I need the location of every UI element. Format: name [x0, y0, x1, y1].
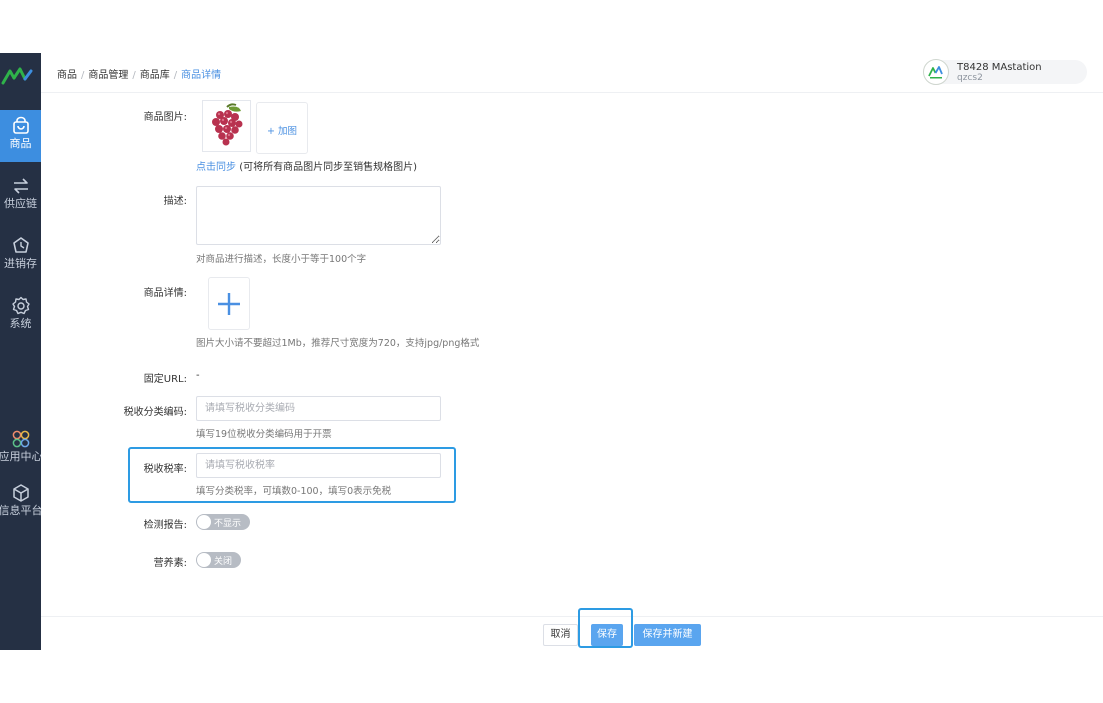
sidebar-item-label: 商品: [9, 137, 32, 150]
breadcrumb-item[interactable]: 商品管理: [88, 70, 128, 81]
tax-code-input[interactable]: [196, 396, 441, 421]
tax-code-label: 税收分类编码:: [123, 407, 187, 418]
nutrition-label: 营养素:: [153, 558, 187, 569]
toggle-knob: [197, 553, 211, 567]
detail-label: 商品详情:: [143, 288, 187, 299]
breadcrumb-item[interactable]: 商品库: [140, 70, 170, 81]
sidebar-item-supply-chain[interactable]: 供应链: [0, 170, 41, 222]
url-label: 固定URL:: [143, 374, 187, 385]
form-footer: 取消 保存 保存并新建: [41, 608, 1103, 650]
add-image-label: + 加图: [267, 126, 297, 137]
gear-icon: [11, 296, 30, 315]
url-value: -: [196, 370, 200, 381]
sidebar-item-label: 进销存: [4, 257, 37, 270]
sidebar-item-inventory[interactable]: 进销存: [0, 230, 41, 282]
desc-hint: 对商品进行描述，长度小于等于100个字: [196, 254, 367, 265]
sync-note: (可将所有商品图片同步至销售规格图片): [239, 162, 417, 173]
bag-icon: [12, 116, 29, 134]
toggle-text: 不显示: [214, 519, 242, 529]
sidebar-item-label: 供应链: [4, 197, 37, 210]
product-detail-form: 商品图片: + 加图 点击同步 (可将所有商品图片同步至销售规格图片) 描述: …: [41, 94, 1103, 616]
sidebar: 商品 供应链 进销存 系统 应用中心 信息平台: [0, 53, 41, 650]
description-textarea[interactable]: [196, 186, 441, 245]
grape-image: [212, 103, 243, 146]
images-label: 商品图片:: [143, 112, 187, 123]
report-toggle[interactable]: 不显示: [196, 514, 250, 530]
avatar: [923, 59, 949, 85]
add-image-button[interactable]: + 加图: [256, 102, 308, 154]
sidebar-item-app-center[interactable]: 应用中心: [0, 423, 41, 475]
product-image-thumb[interactable]: [202, 100, 251, 152]
sidebar-item-goods[interactable]: 商品: [0, 110, 41, 162]
breadcrumb-current: 商品详情: [181, 70, 222, 81]
sidebar-item-label: 信息平台: [0, 504, 41, 517]
recycle-icon: [12, 237, 29, 253]
breadcrumb: 商品 / 商品管理 / 商品库 / 商品详情: [57, 66, 221, 81]
cube-icon: [12, 484, 29, 502]
desc-label: 描述:: [163, 196, 187, 207]
user-name: T8428 MAstation: [957, 62, 1042, 73]
user-account: qzcs2: [957, 73, 983, 83]
add-detail-image-button[interactable]: [208, 277, 250, 330]
tax-rate-label: 税收税率:: [143, 464, 187, 475]
report-label: 检测报告:: [143, 520, 187, 531]
cancel-button[interactable]: 取消: [543, 624, 578, 646]
breadcrumb-separator: /: [81, 70, 85, 81]
breadcrumb-separator: /: [132, 70, 136, 81]
sidebar-item-label: 系统: [9, 317, 32, 330]
sync-link[interactable]: 点击同步: [196, 162, 236, 173]
breadcrumb-item[interactable]: 商品: [57, 70, 77, 81]
user-menu[interactable]: T8428 MAstation qzcs2: [923, 59, 1087, 85]
breadcrumb-separator: /: [173, 70, 178, 81]
sync-row: 点击同步 (可将所有商品图片同步至销售规格图片): [196, 158, 417, 173]
sidebar-item-label: 应用中心: [0, 450, 41, 463]
sidebar-item-info-platform[interactable]: 信息平台: [0, 477, 41, 529]
exchange-icon: [13, 178, 28, 194]
tax-rate-input[interactable]: [196, 453, 441, 478]
tax-rate-hint: 填写分类税率，可填数0-100，填写0表示免税: [196, 486, 392, 497]
detail-hint: 图片大小请不要超过1Mb，推荐尺寸宽度为720，支持jpg/png格式: [196, 338, 480, 349]
sidebar-item-system[interactable]: 系统: [0, 290, 41, 342]
save-highlight: [578, 608, 633, 648]
save-and-new-button[interactable]: 保存并新建: [634, 624, 701, 646]
nutrition-toggle[interactable]: 关闭: [196, 552, 241, 568]
toggle-knob: [197, 515, 211, 529]
apps-icon: [12, 430, 29, 448]
plus-icon: [218, 293, 240, 315]
app-window: 商品 供应链 进销存 系统 应用中心 信息平台 商品 / 商品管理 / 商品库 …: [0, 53, 1103, 650]
logo: [0, 63, 41, 87]
tax-code-hint: 填写19位税收分类编码用于开票: [196, 429, 332, 440]
toggle-text: 关闭: [214, 557, 233, 567]
top-header: 商品 / 商品管理 / 商品库 / 商品详情 T8428 MAstation qzcs2: [41, 53, 1103, 93]
